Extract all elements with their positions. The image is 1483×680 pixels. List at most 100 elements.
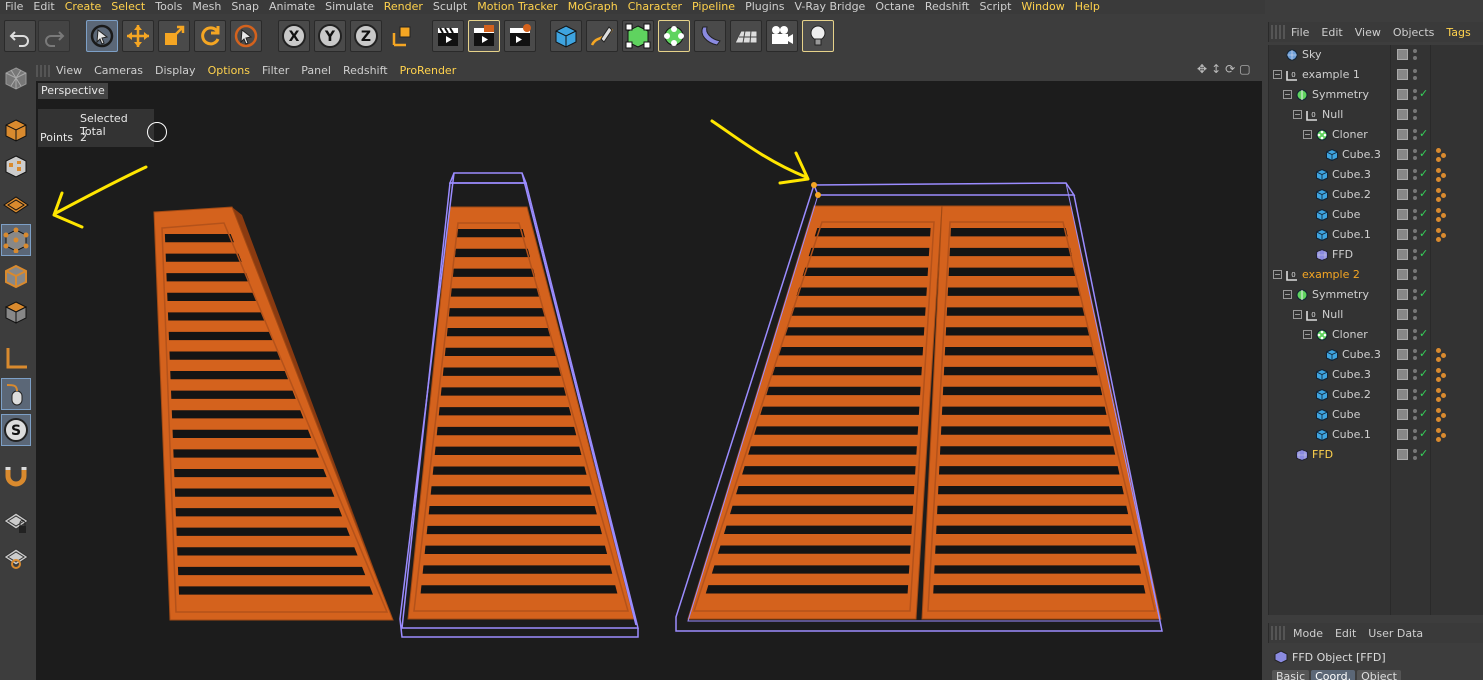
editor-visibility-icon[interactable]: [1397, 209, 1408, 220]
visibility-dots-icon[interactable]: [1413, 307, 1419, 323]
object-name[interactable]: Cloner: [1332, 128, 1368, 141]
menu-render[interactable]: Render: [379, 0, 428, 14]
workplane-align-button[interactable]: [1, 542, 31, 574]
am-menu-user-data[interactable]: User Data: [1362, 627, 1429, 640]
object-row-sky[interactable]: Sky: [1269, 45, 1483, 65]
x-axis-button[interactable]: X: [278, 20, 310, 52]
redo-button[interactable]: [38, 20, 70, 52]
editor-visibility-icon[interactable]: [1397, 429, 1408, 440]
enabled-check-icon[interactable]: ✓: [1419, 387, 1428, 400]
editor-visibility-icon[interactable]: [1397, 449, 1408, 460]
light-button[interactable]: [802, 20, 834, 52]
object-name[interactable]: FFD: [1312, 448, 1333, 461]
pen-spline-button[interactable]: [586, 20, 618, 52]
editor-visibility-icon[interactable]: [1397, 409, 1408, 420]
enabled-check-icon[interactable]: ✓: [1419, 227, 1428, 240]
object-row-cube-1[interactable]: Cube.1 ✓: [1269, 225, 1483, 245]
object-name[interactable]: Cube.3: [1342, 148, 1381, 161]
object-name[interactable]: Cube.2: [1332, 388, 1371, 401]
viewport-menu-panel[interactable]: Panel: [295, 64, 337, 77]
viewport-title[interactable]: Perspective: [38, 83, 108, 99]
viewport-menu-display[interactable]: Display: [149, 64, 202, 77]
editor-visibility-icon[interactable]: [1397, 309, 1408, 320]
points-mode-button[interactable]: [1, 224, 31, 256]
object-row-example-1[interactable]: − 0 example 1: [1269, 65, 1483, 85]
tab-coord[interactable]: Coord.: [1311, 670, 1356, 680]
object-name[interactable]: Cube.2: [1332, 188, 1371, 201]
am-grip[interactable]: [1271, 626, 1285, 640]
enabled-check-icon[interactable]: ✓: [1419, 447, 1428, 460]
texture-mode-button[interactable]: [1, 150, 31, 182]
menu-mograph[interactable]: MoGraph: [563, 0, 623, 14]
tree-toggle[interactable]: −: [1303, 330, 1312, 339]
menu-pipeline[interactable]: Pipeline: [687, 0, 740, 14]
visibility-dots-icon[interactable]: [1413, 267, 1419, 283]
menu-v-ray-bridge[interactable]: V-Ray Bridge: [789, 0, 870, 14]
viewport-menu-cameras[interactable]: Cameras: [88, 64, 149, 77]
edges-mode-button[interactable]: [1, 260, 31, 292]
camera-button[interactable]: [766, 20, 798, 52]
object-row-symmetry[interactable]: − Symmetry ✓: [1269, 85, 1483, 105]
undo-button[interactable]: [4, 20, 36, 52]
object-name[interactable]: Symmetry: [1312, 88, 1369, 101]
editor-visibility-icon[interactable]: [1397, 249, 1408, 260]
phong-tag-icon[interactable]: [1436, 368, 1448, 382]
object-name[interactable]: Cube: [1332, 408, 1360, 421]
render-region-button[interactable]: [468, 20, 500, 52]
editor-visibility-icon[interactable]: [1397, 189, 1408, 200]
object-name[interactable]: Cube.3: [1332, 168, 1371, 181]
phong-tag-icon[interactable]: [1436, 388, 1448, 402]
object-row-cube-1[interactable]: Cube.1 ✓: [1269, 425, 1483, 445]
perspective-viewport[interactable]: Perspective Selected Total Points 2: [36, 81, 1262, 680]
object-row-ffd[interactable]: FFD ✓: [1269, 245, 1483, 265]
object-name[interactable]: Cube.1: [1332, 428, 1371, 441]
menu-script[interactable]: Script: [974, 0, 1016, 14]
axis-mode-button[interactable]: [1, 342, 31, 374]
enabled-check-icon[interactable]: ✓: [1419, 147, 1428, 160]
object-row-null[interactable]: − 0 Null: [1269, 305, 1483, 325]
phong-tag-icon[interactable]: [1436, 208, 1448, 222]
editor-visibility-icon[interactable]: [1397, 329, 1408, 340]
subdivision-button[interactable]: [622, 20, 654, 52]
om-menu-file[interactable]: File: [1285, 26, 1315, 39]
om-menu-edit[interactable]: Edit: [1315, 26, 1348, 39]
object-row-cube-3[interactable]: Cube.3 ✓: [1269, 145, 1483, 165]
enabled-check-icon[interactable]: ✓: [1419, 127, 1428, 140]
object-row-cube[interactable]: Cube ✓: [1269, 405, 1483, 425]
editor-visibility-icon[interactable]: [1397, 389, 1408, 400]
editor-visibility-icon[interactable]: [1397, 129, 1408, 140]
object-row-ffd[interactable]: FFD ✓: [1269, 445, 1483, 465]
deformer-button[interactable]: [694, 20, 726, 52]
am-menu-mode[interactable]: Mode: [1287, 627, 1329, 640]
visibility-dots-icon[interactable]: [1413, 67, 1419, 83]
workplane-mode-button[interactable]: [1, 188, 31, 220]
object-row-cube-3[interactable]: Cube.3 ✓: [1269, 345, 1483, 365]
editor-visibility-icon[interactable]: [1397, 169, 1408, 180]
z-axis-button[interactable]: Z: [350, 20, 382, 52]
menu-animate[interactable]: Animate: [264, 0, 320, 14]
object-name[interactable]: Null: [1322, 108, 1343, 121]
phong-tag-icon[interactable]: [1436, 348, 1448, 362]
object-name[interactable]: Null: [1322, 308, 1343, 321]
object-name[interactable]: Cube.3: [1342, 348, 1381, 361]
menu-file[interactable]: File: [0, 0, 28, 14]
viewport-menu-filter[interactable]: Filter: [256, 64, 295, 77]
menu-window[interactable]: Window: [1016, 0, 1069, 14]
lock-workplane-button[interactable]: [1, 506, 31, 538]
live-selection-button[interactable]: [86, 20, 118, 52]
phong-tag-icon[interactable]: [1436, 428, 1448, 442]
y-axis-button[interactable]: Y: [314, 20, 346, 52]
menu-snap[interactable]: Snap: [226, 0, 264, 14]
menu-sculpt[interactable]: Sculpt: [428, 0, 472, 14]
menu-plugins[interactable]: Plugins: [740, 0, 789, 14]
tree-toggle[interactable]: −: [1273, 70, 1282, 79]
viewport-menu-view[interactable]: View: [50, 64, 88, 77]
move-tool-button[interactable]: [122, 20, 154, 52]
pan-icon[interactable]: ✥: [1196, 62, 1208, 76]
cloner-button[interactable]: [658, 20, 690, 52]
enabled-check-icon[interactable]: ✓: [1419, 327, 1428, 340]
tree-toggle[interactable]: −: [1293, 110, 1302, 119]
make-editable-button[interactable]: [1, 62, 31, 94]
phong-tag-icon[interactable]: [1436, 168, 1448, 182]
editor-visibility-icon[interactable]: [1397, 349, 1408, 360]
